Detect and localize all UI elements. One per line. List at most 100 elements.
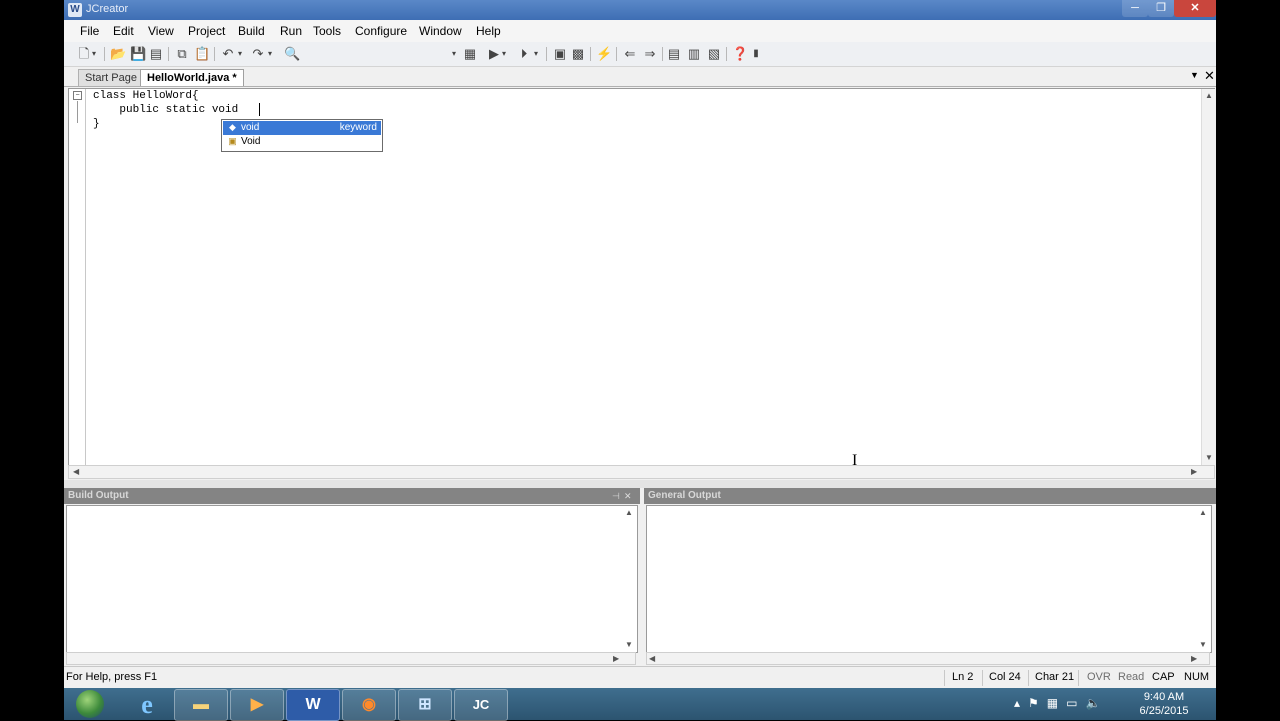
tab-helloworld-java[interactable]: HelloWorld.java *: [140, 69, 244, 86]
window-title: JCreator: [86, 3, 129, 15]
fold-toggle-icon[interactable]: −: [73, 91, 82, 100]
editor-horizontal-scrollbar[interactable]: ◀ ▶: [68, 465, 1215, 479]
autocomplete-item[interactable]: ◆ void keyword: [223, 121, 381, 135]
scroll-up-icon[interactable]: ▲: [625, 508, 633, 517]
copy-icon[interactable]: ⧉: [174, 46, 190, 62]
general-output-header[interactable]: General Output: [644, 488, 1216, 504]
tab-start-page[interactable]: Start Page: [78, 69, 144, 86]
help-icon[interactable]: ❓: [732, 46, 748, 62]
find-icon[interactable]: 🔍: [284, 46, 300, 62]
close-button[interactable]: ✕: [1174, 0, 1216, 17]
menu-configure[interactable]: Configure: [355, 24, 407, 38]
status-ovr: OVR: [1087, 671, 1111, 683]
close-panel-icon[interactable]: ✕: [624, 490, 634, 502]
scroll-right-icon[interactable]: ▶: [1191, 654, 1197, 663]
scroll-right-icon[interactable]: ▶: [613, 654, 619, 663]
config-dropdown-icon[interactable]: ▾: [450, 46, 458, 62]
scroll-left-icon[interactable]: ◀: [73, 467, 79, 476]
save-all-icon[interactable]: ▤: [148, 46, 164, 62]
menu-window[interactable]: Window: [419, 24, 462, 38]
menu-help[interactable]: Help: [476, 24, 501, 38]
file-explorer-icon[interactable]: ▬: [174, 689, 228, 721]
pin-icon[interactable]: ⊣: [612, 490, 622, 502]
status-separator: [1078, 670, 1079, 686]
firefox-icon[interactable]: ◉: [342, 689, 396, 721]
toolbar: 🗋 ▾ 📂 💾 ▤ ⧉ 📋 ↶ ▾ ↷ ▾ 🔍 ▾ ▦ ▶ ▾ ⏵ ▾ ▣ ▩ …: [64, 42, 1216, 67]
scroll-left-icon[interactable]: ◀: [649, 654, 655, 663]
scroll-up-icon[interactable]: ▲: [1205, 91, 1213, 100]
scroll-up-icon[interactable]: ▲: [1199, 508, 1207, 517]
bookmark-next-icon[interactable]: ▥: [686, 46, 702, 62]
title-bar[interactable]: W JCreator ─ ❐ ✕: [64, 0, 1216, 20]
menu-project[interactable]: Project: [188, 24, 225, 38]
status-separator: [944, 670, 945, 686]
minimize-button[interactable]: ─: [1122, 0, 1148, 17]
class-icon: ▣: [228, 136, 237, 146]
document-tab-bar: Start Page HelloWorld.java * ▼ ✕: [64, 67, 1216, 87]
forward-icon[interactable]: ⇒: [642, 46, 658, 62]
menu-build[interactable]: Build: [238, 24, 265, 38]
menu-tools[interactable]: Tools: [313, 24, 341, 38]
close-tab-icon[interactable]: ✕: [1204, 68, 1215, 84]
pane-splitter[interactable]: [64, 480, 1216, 488]
code-editor[interactable]: − class HelloWord{ public static void } …: [68, 88, 1215, 466]
tab-list-icon[interactable]: ▼: [1190, 70, 1199, 80]
debug-icon[interactable]: ⏵: [516, 46, 532, 62]
menu-edit[interactable]: Edit: [113, 24, 134, 38]
status-separator: [1028, 670, 1029, 686]
media-player-icon[interactable]: ▶: [230, 689, 284, 721]
status-read: Read: [1118, 671, 1145, 683]
build-output-panel[interactable]: ▲ ▼: [66, 505, 638, 653]
general-output-scrollbar[interactable]: ◀ ▶: [646, 652, 1210, 665]
menu-file[interactable]: File: [80, 24, 99, 38]
build-project-icon[interactable]: ▦: [462, 46, 478, 62]
tools-icon[interactable]: ⚡: [596, 46, 612, 62]
toolbar-separator: [662, 47, 663, 61]
bookmark-clear-icon[interactable]: ▧: [706, 46, 722, 62]
toolbar-separator: [104, 47, 105, 61]
toolbar-separator: [726, 47, 727, 61]
maximize-button[interactable]: ❐: [1148, 0, 1174, 17]
build-output-header[interactable]: Build Output: [64, 488, 640, 504]
bookmark-icon[interactable]: ▤: [666, 46, 682, 62]
new-dropdown-icon[interactable]: ▾: [90, 46, 98, 62]
internet-explorer-icon[interactable]: e: [120, 689, 174, 721]
jcreator-icon[interactable]: JC: [454, 689, 508, 721]
redo-icon[interactable]: ↷: [250, 46, 266, 62]
code-line-1: class HelloWord{: [93, 90, 199, 102]
editor-vertical-scrollbar[interactable]: ▲ ▼: [1201, 89, 1215, 465]
status-num: NUM: [1184, 671, 1210, 683]
paste-icon[interactable]: 📋: [194, 46, 210, 62]
scroll-right-icon[interactable]: ▶: [1191, 467, 1197, 476]
general-output-panel[interactable]: ▲ ▼: [646, 505, 1212, 653]
scroll-down-icon[interactable]: ▼: [625, 640, 633, 649]
word-icon[interactable]: W: [286, 689, 340, 721]
undo-icon[interactable]: ↶: [220, 46, 236, 62]
control-panel-icon[interactable]: ⊞: [398, 689, 452, 721]
scroll-down-icon[interactable]: ▼: [1199, 640, 1207, 649]
scroll-down-icon[interactable]: ▼: [1205, 453, 1213, 462]
code-line-2: public static void: [93, 104, 245, 116]
build-output-scrollbar[interactable]: ▶: [66, 652, 636, 665]
menu-view[interactable]: View: [148, 24, 174, 38]
stop-icon[interactable]: ▩: [570, 46, 586, 62]
autocomplete-item[interactable]: ▣ Void: [223, 135, 381, 149]
debug-dropdown-icon[interactable]: ▾: [532, 46, 540, 62]
run-dropdown-icon[interactable]: ▾: [500, 46, 508, 62]
undo-dropdown-icon[interactable]: ▾: [236, 46, 244, 62]
back-icon[interactable]: ⇐: [622, 46, 638, 62]
toolbar-separator: [546, 47, 547, 61]
status-separator: [982, 670, 983, 686]
open-folder-icon[interactable]: 📂: [110, 46, 126, 62]
save-icon[interactable]: 💾: [130, 46, 146, 62]
compile-icon[interactable]: ▣: [552, 46, 568, 62]
autocomplete-item-kind: keyword: [339, 122, 377, 133]
autocomplete-item-label: void: [241, 122, 260, 133]
menu-run[interactable]: Run: [280, 24, 302, 38]
system-tray[interactable]: ▴⚑▦▭🔈: [1014, 696, 1108, 710]
start-button[interactable]: [76, 690, 104, 718]
clock[interactable]: 9:40 AM 6/25/2015: [1124, 690, 1204, 718]
toolbar-grip-icon[interactable]: ▮: [752, 46, 760, 62]
status-cap: CAP: [1152, 671, 1175, 683]
redo-dropdown-icon[interactable]: ▾: [266, 46, 274, 62]
